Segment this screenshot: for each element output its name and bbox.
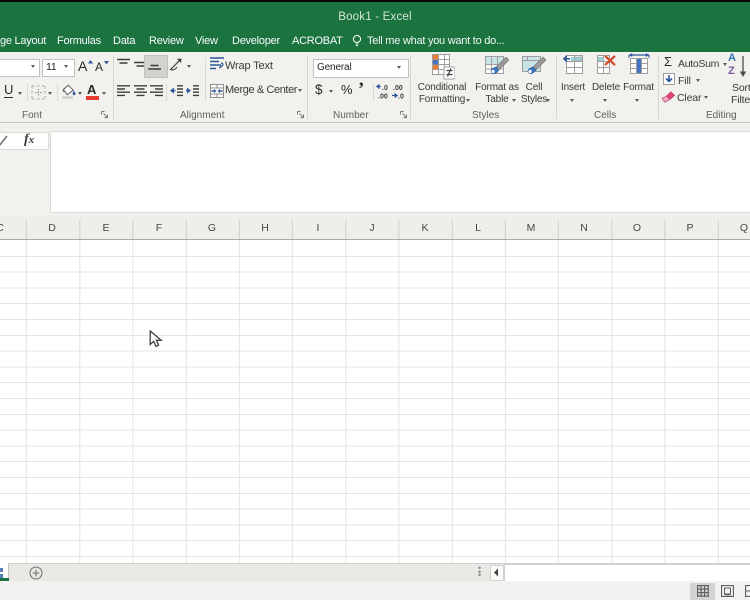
svg-text:.0: .0	[398, 94, 404, 101]
svg-text:.0: .0	[382, 85, 388, 92]
svg-text:.00: .00	[393, 85, 403, 92]
svg-text:.00: .00	[378, 94, 388, 101]
